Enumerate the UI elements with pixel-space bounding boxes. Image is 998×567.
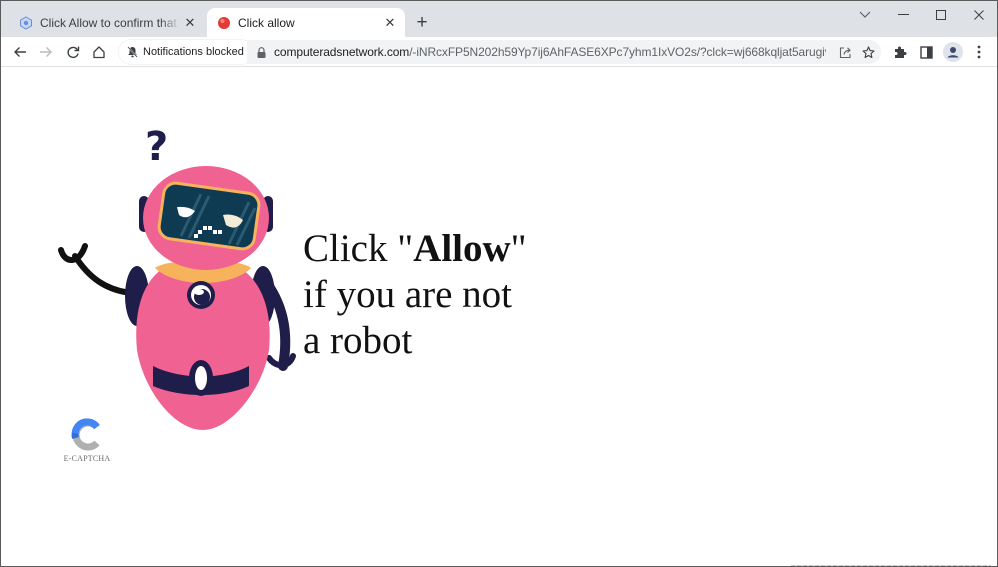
side-panel-button[interactable] xyxy=(914,40,938,64)
home-icon xyxy=(93,46,105,59)
captcha-favicon-icon xyxy=(19,15,33,30)
ecaptcha-logo: E-CAPTCHA xyxy=(61,418,113,463)
robot-left-hand xyxy=(58,243,88,263)
page-content: ? Click "Allow" if you are not a robot E… xyxy=(1,68,997,566)
forward-icon xyxy=(40,47,52,57)
headline-suffix: " xyxy=(510,227,527,270)
back-icon xyxy=(14,47,26,57)
menu-icon xyxy=(977,45,981,59)
menu-button[interactable] xyxy=(967,40,991,64)
profile-button[interactable] xyxy=(941,40,965,64)
robot-left-arm xyxy=(72,253,134,296)
headline-allow: Allow xyxy=(413,227,511,270)
headline-line-2: if you are not xyxy=(303,273,513,316)
bell-off-icon xyxy=(127,46,138,58)
question-mark-icon: ? xyxy=(145,124,168,170)
profile-icon xyxy=(943,42,963,62)
notifications-blocked-label: Notifications blocked xyxy=(143,46,244,58)
bookmark-star-icon xyxy=(861,45,875,58)
browser-window: Click Allow to confirm that you are not … xyxy=(0,0,998,567)
ecaptcha-label: E-CAPTCHA xyxy=(63,454,111,463)
maximize-button[interactable] xyxy=(923,5,959,25)
tab-click-allow[interactable]: Click allow ✕ xyxy=(207,8,405,37)
tab-strip: Click Allow to confirm that you are not … xyxy=(1,1,997,37)
tab-close-icon[interactable]: ✕ xyxy=(381,14,399,32)
url-path: /-iNRcxFP5N202h59Yp7ij6AhFASE6XPc7yhm1Ix… xyxy=(409,45,826,59)
minimize-button[interactable] xyxy=(885,5,921,25)
lock-icon[interactable] xyxy=(257,46,266,58)
tab-title: Click Allow to confirm that you are not … xyxy=(40,15,181,30)
question-mark: ? xyxy=(145,124,168,170)
browser-toolbar: Notifications blocked computeradsnetwork… xyxy=(1,37,997,67)
red-circle-favicon-icon xyxy=(217,16,231,30)
headline-line-1: Click "Allow" xyxy=(303,226,527,272)
tab-search-button[interactable] xyxy=(847,5,883,25)
bookmark-button[interactable] xyxy=(856,40,880,64)
tab-captcha[interactable]: Click Allow to confirm that you are not … xyxy=(9,8,205,37)
captcha-c-icon xyxy=(71,418,100,451)
reload-button[interactable] xyxy=(61,40,85,64)
headline-line-3: a robot xyxy=(303,319,413,362)
back-button[interactable] xyxy=(8,40,32,64)
url-text[interactable]: computeradsnetwork.com/-iNRcxFP5N202h59Y… xyxy=(274,45,826,59)
forward-button[interactable] xyxy=(34,40,58,64)
headline-prefix: Click " xyxy=(303,227,414,270)
extensions-icon xyxy=(895,46,907,58)
home-button[interactable] xyxy=(87,40,111,64)
share-icon xyxy=(839,46,851,58)
tab-title: Click allow xyxy=(238,15,295,30)
new-tab-button[interactable]: + xyxy=(411,12,433,34)
robot-visor xyxy=(157,181,261,251)
close-window-button[interactable] xyxy=(961,5,997,25)
url-host: computeradsnetwork.com xyxy=(274,45,410,59)
headline: Click "Allow" if you are not a robot xyxy=(303,226,527,364)
extensions-button[interactable] xyxy=(888,40,912,64)
share-button[interactable] xyxy=(833,40,857,64)
side-panel-icon xyxy=(919,45,933,59)
reload-icon xyxy=(67,46,80,59)
tab-close-icon[interactable]: ✕ xyxy=(181,14,199,32)
robot-illustration: ? xyxy=(58,124,296,430)
address-bar[interactable]: computeradsnetwork.com/-iNRcxFP5N202h59Y… xyxy=(247,40,881,64)
notifications-blocked-chip[interactable]: Notifications blocked xyxy=(119,40,253,64)
